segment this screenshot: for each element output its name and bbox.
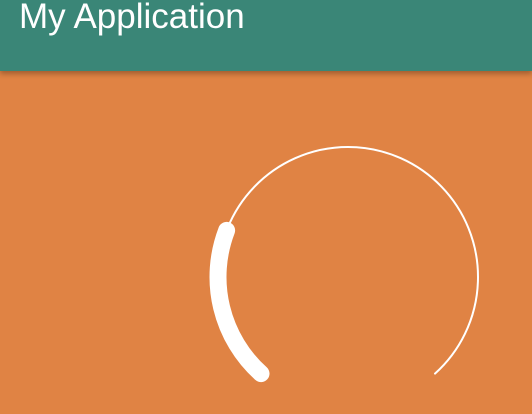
app-title: My Application xyxy=(19,0,245,36)
app-bar: My Application xyxy=(0,0,532,71)
arc-progress-track xyxy=(217,146,479,375)
arc-progress-fill xyxy=(209,221,270,383)
